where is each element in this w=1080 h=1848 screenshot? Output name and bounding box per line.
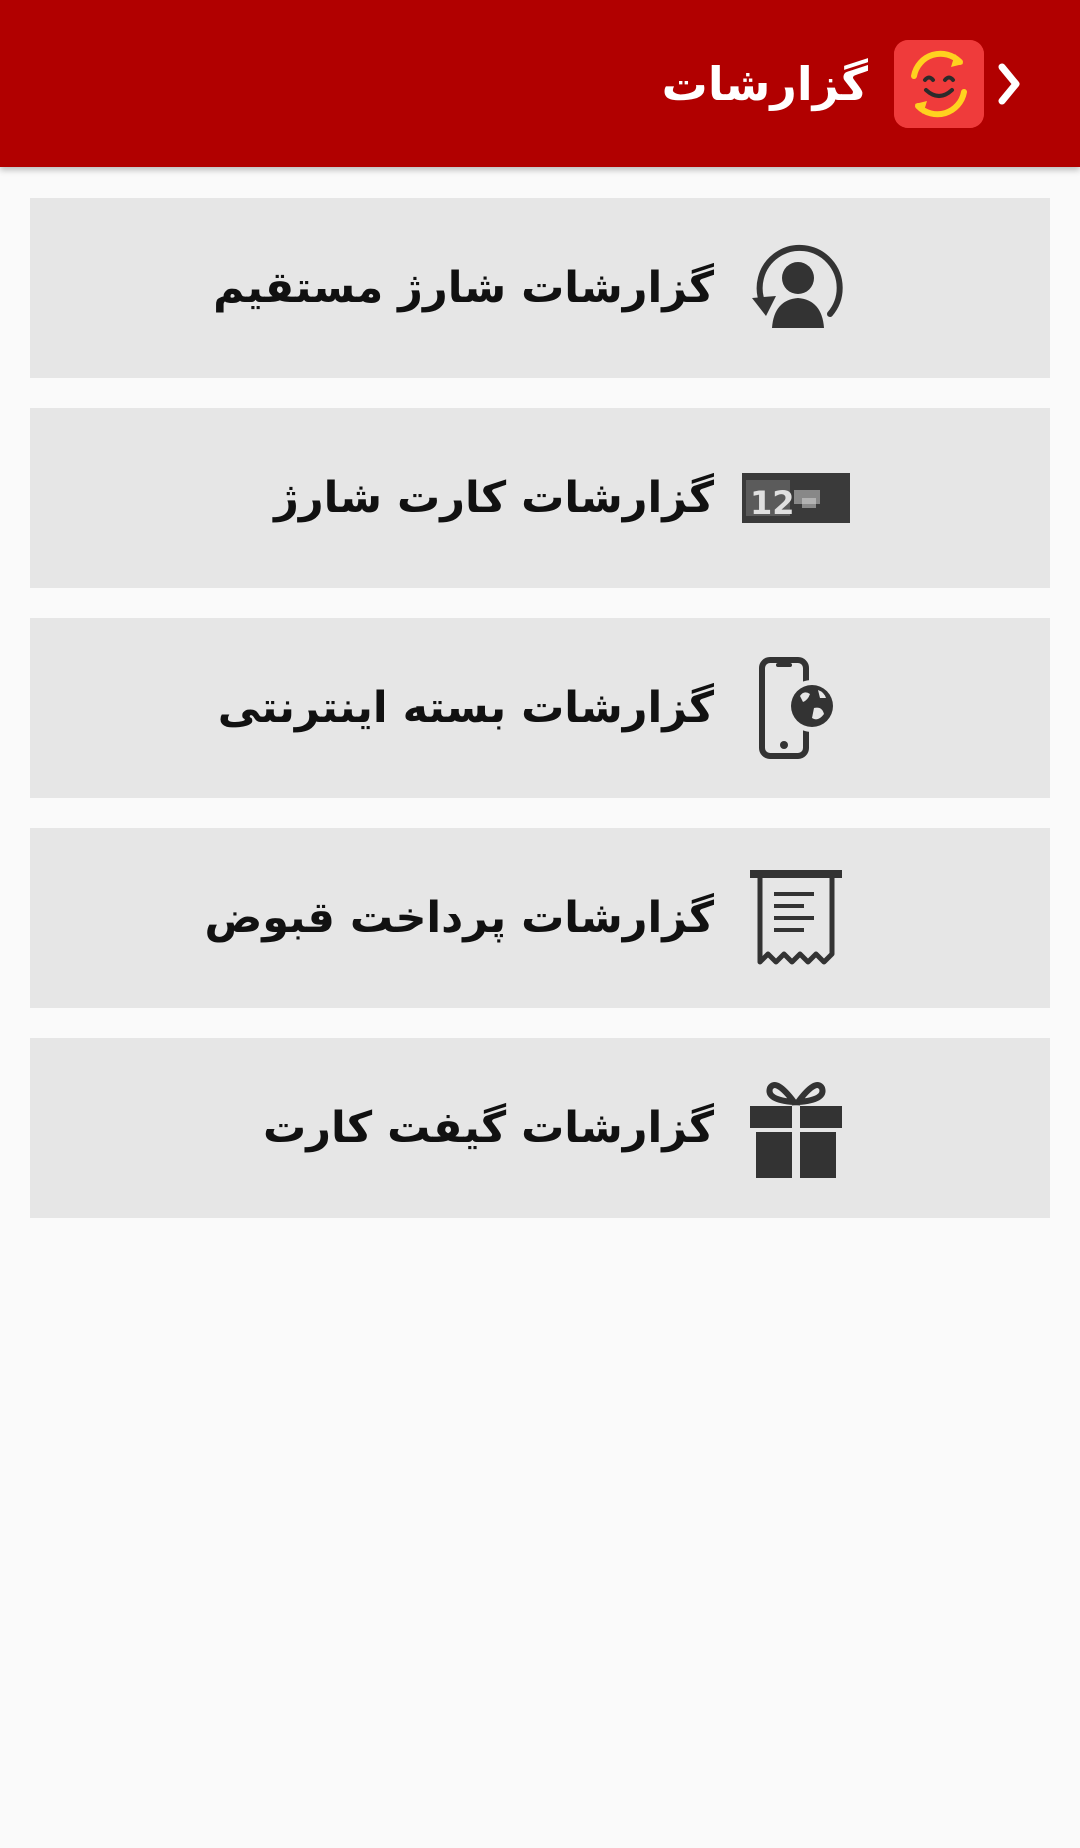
receipt-icon — [742, 864, 850, 972]
menu-item-gift-card-reports[interactable]: گزارشات گیفت کارت — [30, 1038, 1050, 1218]
menu-item-charge-card-reports[interactable]: 12 گزارشات کارت شارژ — [30, 408, 1050, 588]
charge-card-icon: 12 — [742, 444, 850, 552]
user-refresh-icon — [742, 234, 850, 342]
menu-item-label: گزارشات پرداخت قبوض — [204, 893, 714, 943]
menu-item-internet-package-reports[interactable]: گزارشات بسته اینترنتی — [30, 618, 1050, 798]
app-logo — [894, 40, 984, 128]
menu-item-direct-charge-reports[interactable]: گزارشات شارژ مستقیم — [30, 198, 1050, 378]
page-title: گزارشات — [661, 57, 868, 111]
svg-text:12: 12 — [750, 484, 795, 522]
menu-item-bill-payment-reports[interactable]: گزارشات پرداخت قبوض — [30, 828, 1050, 1008]
smile-sync-logo-icon — [894, 40, 984, 128]
menu-item-label: گزارشات بسته اینترنتی — [217, 683, 714, 733]
chevron-right-icon — [998, 63, 1020, 105]
menu-item-label: گزارشات گیفت کارت — [263, 1103, 714, 1153]
reports-menu: گزارشات شارژ مستقیم 12 گزارشات کارت شارژ — [30, 198, 1050, 1248]
menu-item-label: گزارشات شارژ مستقیم — [213, 263, 714, 313]
app-bar: گزارشات — [0, 0, 1080, 167]
menu-item-label: گزارشات کارت شارژ — [274, 473, 714, 523]
mobile-globe-icon — [742, 654, 850, 762]
back-button[interactable] — [984, 52, 1034, 116]
gift-icon — [742, 1074, 850, 1182]
